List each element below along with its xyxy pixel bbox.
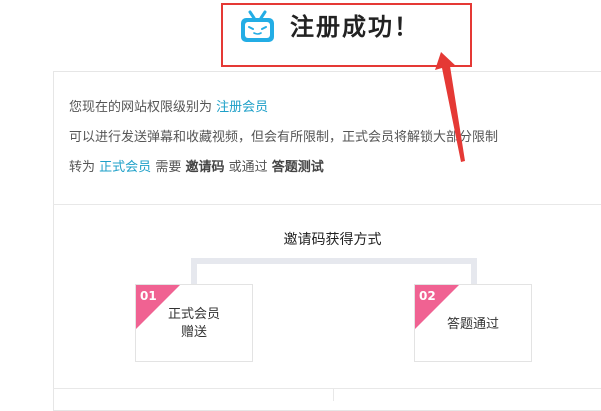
connector-line-left <box>191 258 197 286</box>
permission-level-prefix: 您现在的网站权限级别为 <box>69 100 213 115</box>
bottom-divider <box>53 388 601 389</box>
method-number: 01 <box>140 289 157 303</box>
method-label: 正式会员 赠送 <box>136 306 252 342</box>
bilibili-tv-icon <box>241 10 274 42</box>
method-label: 答题通过 <box>446 317 499 332</box>
method-number: 02 <box>419 289 436 303</box>
annotation-arrow-icon <box>435 52 465 162</box>
method-label-line2: 赠送 <box>180 325 207 340</box>
invite-methods-title: 邀请码获得方式 <box>283 232 382 248</box>
method-label-line1: 正式会员 <box>167 307 220 322</box>
quiz-test-text: 答题测试 <box>271 160 324 175</box>
official-member-link[interactable]: 正式会员 <box>99 160 151 175</box>
section-divider <box>53 204 601 205</box>
upgrade-instructions: 转为 正式会员 需要 邀请码 或通过 答题测试 <box>69 159 324 177</box>
invite-method-card-quiz[interactable]: 02 答题通过 <box>414 284 532 362</box>
bottom-column-divider <box>333 388 334 401</box>
registered-member-link[interactable]: 注册会员 <box>216 100 268 115</box>
upgrade-or: 或通过 <box>228 160 268 175</box>
invite-code-text: 邀请码 <box>185 160 225 175</box>
connector-line-right <box>471 258 477 286</box>
upgrade-need: 需要 <box>155 160 182 175</box>
invite-method-card-gift[interactable]: 01 正式会员 赠送 <box>135 284 253 362</box>
upgrade-prefix: 转为 <box>69 160 96 175</box>
connector-line <box>191 258 477 264</box>
page-title: 注册成功！ <box>290 12 420 41</box>
permission-level-text: 您现在的网站权限级别为 注册会员 <box>69 99 268 117</box>
